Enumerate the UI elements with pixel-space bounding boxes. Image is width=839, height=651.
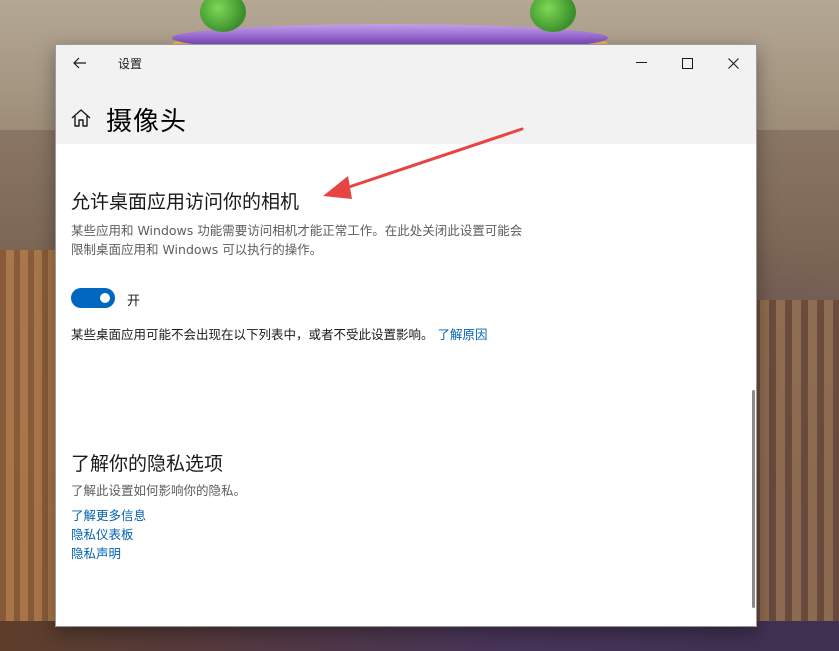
background-railing-left [0, 250, 56, 650]
page-title: 摄像头 [106, 107, 188, 137]
privacy-dashboard-link[interactable]: 隐私仪表板 [71, 524, 134, 543]
section-heading-desktop-apps: 允许桌面应用访问你的相机 [71, 191, 300, 213]
scrollbar[interactable] [752, 390, 755, 608]
back-arrow-icon [73, 57, 86, 69]
desktop-apps-note: 某些桌面应用可能不会出现在以下列表中，或者不受此设置影响。 了解原因 [71, 325, 521, 344]
camera-access-toggle[interactable] [71, 288, 115, 308]
minimize-icon [635, 62, 647, 63]
close-icon [727, 57, 739, 69]
minimize-button[interactable] [618, 45, 664, 81]
learn-more-link[interactable]: 了解更多信息 [71, 505, 146, 524]
maximize-button[interactable] [664, 45, 710, 81]
privacy-description: 了解此设置如何影响你的隐私。 [71, 483, 247, 498]
toggle-knob [100, 293, 110, 303]
window-title: 设置 [118, 57, 143, 71]
home-icon[interactable] [70, 107, 92, 129]
section-heading-privacy: 了解你的隐私选项 [71, 453, 224, 475]
title-bar[interactable]: 设置 [56, 45, 756, 81]
close-button[interactable] [710, 45, 756, 81]
maximize-icon [681, 57, 693, 69]
toggle-state-label: 开 [127, 294, 141, 309]
settings-header: 设置 摄像头 [56, 45, 756, 144]
back-button[interactable] [64, 49, 96, 77]
privacy-statement-link[interactable]: 隐私声明 [71, 543, 121, 562]
background-railing-right [753, 300, 839, 650]
learn-why-link[interactable]: 了解原因 [438, 327, 488, 342]
section-description: 某些应用和 Windows 功能需要访问相机才能正常工作。在此处关闭此设置可能会… [71, 223, 523, 257]
note-text: 某些桌面应用可能不会出现在以下列表中，或者不受此设置影响。 [71, 327, 434, 342]
settings-window: 设置 摄像头 允许桌面应用访问你的相机 某些应用和 Windows 功能需要访问… [55, 44, 757, 627]
